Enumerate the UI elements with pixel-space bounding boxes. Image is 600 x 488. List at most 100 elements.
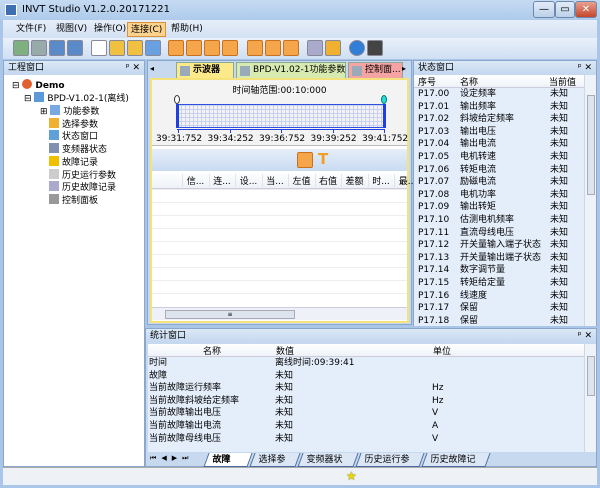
status-row[interactable]: P17.12 开关量输入端子状态 未知 (414, 239, 584, 251)
tab-scroll-left[interactable]: ◂ (150, 64, 154, 73)
status-row[interactable]: P17.16 线速度 未知 (414, 290, 584, 302)
status-row[interactable]: P17.11 直流母线电压 未知 (414, 227, 584, 239)
vertical-scrollbar[interactable] (584, 344, 596, 452)
column-header[interactable]: 当... (261, 174, 288, 187)
add-folder-icon[interactable] (109, 40, 125, 56)
status-row[interactable]: P17.09 输出转矩 未知 (414, 201, 584, 213)
history-icon[interactable] (283, 40, 299, 56)
column-header[interactable]: 名称 (203, 344, 221, 357)
stats-row[interactable]: 当前故障母线电压 未知 V (148, 433, 584, 445)
left-cursor[interactable] (176, 104, 179, 128)
search-icon[interactable] (325, 40, 341, 56)
tab-scroll-right[interactable]: ▸ (402, 64, 406, 73)
connect-icon[interactable] (49, 40, 65, 56)
column-header[interactable]: 右值 (314, 174, 341, 187)
tree-node-demo[interactable]: ⊟ Demo (12, 79, 65, 91)
status-row[interactable]: P17.07 励磁电流 未知 (414, 176, 584, 188)
column-header[interactable]: 序号 (418, 75, 436, 88)
status-row[interactable]: P17.06 转矩电流 未知 (414, 164, 584, 176)
next-tab-icon[interactable]: ▶ (172, 454, 177, 462)
column-header[interactable]: 信... (182, 174, 208, 187)
fault-icon[interactable] (204, 40, 220, 56)
menu-help[interactable]: 帮助(H) (168, 22, 206, 37)
status-row[interactable]: P17.08 电机功率 未知 (414, 189, 584, 201)
menu-file[interactable]: 文件(F) (13, 22, 49, 37)
tree-node-device[interactable]: ⊟ BPD-V1.02-1(离线) (24, 92, 129, 104)
stats-row[interactable]: 当前故障输出电压 未知 V (148, 407, 584, 419)
scrollbar-thumb[interactable] (587, 356, 595, 396)
document-tab[interactable]: 控制面... (348, 62, 403, 78)
status-row[interactable]: P17.15 转矩给定量 未知 (414, 277, 584, 289)
status-row[interactable]: P17.10 估测电机频率 未知 (414, 214, 584, 226)
column-header[interactable]: 连... (208, 174, 235, 187)
right-cursor[interactable] (383, 104, 386, 128)
column-header[interactable]: 单位 (433, 344, 451, 357)
stats-row[interactable]: 当前故障斜坡给定频率 未知 Hz (148, 395, 584, 407)
window-icon[interactable] (91, 40, 107, 56)
tree-item[interactable]: 历史运行参数 (49, 168, 116, 181)
status-row[interactable]: P17.04 输出电流 未知 (414, 138, 584, 150)
left-cursor-handle[interactable] (174, 95, 180, 104)
tree-item[interactable]: ⊞ 功能参数 (40, 105, 99, 117)
status-row[interactable]: P17.00 设定频率 未知 (414, 88, 584, 100)
status-row[interactable]: P17.01 输出频率 未知 (414, 101, 584, 113)
bottom-tab[interactable]: 变频器状态 (297, 453, 359, 479)
column-header[interactable]: 数值 (276, 344, 294, 357)
status-icon[interactable] (186, 40, 202, 56)
status-row[interactable]: P17.14 数字调节量 未知 (414, 264, 584, 276)
bottom-tab[interactable]: 历史故障记录 (421, 453, 491, 479)
document-tab[interactable]: BPD-V1.02-1功能参数 (236, 62, 346, 78)
copy-icon[interactable] (145, 40, 161, 56)
scrollbar-thumb[interactable]: ≡ (165, 310, 295, 319)
param-list-icon[interactable] (265, 40, 281, 56)
tree-item[interactable]: 控制面板 (49, 193, 98, 206)
last-tab-icon[interactable]: ⏭ (182, 454, 188, 462)
bottom-tab[interactable]: 历史运行参数 (355, 453, 425, 479)
menu-view[interactable]: 视图(V) (53, 22, 90, 37)
remove-folder-icon[interactable] (127, 40, 143, 56)
cursor-tool-button[interactable] (297, 152, 313, 168)
status-row[interactable]: P17.02 斜坡给定频率 未知 (414, 113, 584, 125)
pin-icon[interactable]: ᵖ (578, 331, 582, 341)
pin-icon[interactable]: ᵖ (578, 63, 582, 73)
tree-item[interactable]: 选择参数 (49, 117, 98, 130)
stats-row[interactable]: 时间 离线时间:09:39:41 (148, 357, 584, 369)
text-tool-icon[interactable]: T (318, 150, 328, 168)
status-row[interactable]: P17.13 开关量输出端子状态 未知 (414, 252, 584, 264)
close-icon[interactable]: ✕ (132, 63, 140, 73)
select-param-icon[interactable] (222, 40, 238, 56)
book-icon[interactable] (307, 40, 323, 56)
close-icon[interactable]: ✕ (584, 331, 592, 341)
disconnect-icon[interactable] (67, 40, 83, 56)
document-tab[interactable]: 示波器 (176, 62, 234, 78)
status-row[interactable]: P17.03 输出电压 未知 (414, 126, 584, 138)
close-icon[interactable]: ✕ (584, 63, 592, 73)
close-button[interactable]: ✕ (575, 1, 597, 18)
exit-icon[interactable] (367, 40, 383, 56)
stats-row[interactable]: 当前故障运行频率 未知 Hz (148, 382, 584, 394)
column-header[interactable]: 名称 (460, 75, 478, 88)
bottom-tab[interactable]: 故障记录 (203, 453, 253, 479)
column-header[interactable]: 当前值 (549, 75, 576, 88)
pin-icon[interactable]: ᵖ (126, 63, 130, 73)
maximize-button[interactable]: ▭ (555, 1, 575, 18)
stats-row[interactable]: 故障 未知 (148, 370, 584, 382)
column-header[interactable]: 差额 (341, 174, 367, 187)
vertical-scrollbar[interactable] (584, 75, 596, 326)
menu-operate[interactable]: 操作(O) (91, 22, 129, 37)
prev-tab-icon[interactable]: ◀ (161, 454, 166, 462)
menu-connect[interactable]: 连接(C) (127, 22, 167, 37)
horizontal-scrollbar[interactable]: ≡ (152, 307, 407, 320)
bar-chart-icon[interactable] (247, 40, 263, 56)
status-row[interactable]: P17.18 保留 未知 (414, 315, 584, 326)
status-row[interactable]: P17.05 电机转速 未知 (414, 151, 584, 163)
tree-item[interactable]: 变频器状态 (49, 143, 107, 155)
tree-item[interactable]: 历史故障记录 (49, 181, 116, 193)
help-icon[interactable] (349, 40, 365, 56)
scrollbar-thumb[interactable] (587, 95, 595, 195)
column-header[interactable]: 时... (367, 174, 394, 187)
stats-row[interactable]: 当前故障输出电流 未知 A (148, 420, 584, 432)
tree-item[interactable]: 状态窗口 (49, 130, 98, 142)
right-cursor-handle[interactable] (381, 95, 387, 104)
remove-project-icon[interactable] (31, 40, 47, 56)
